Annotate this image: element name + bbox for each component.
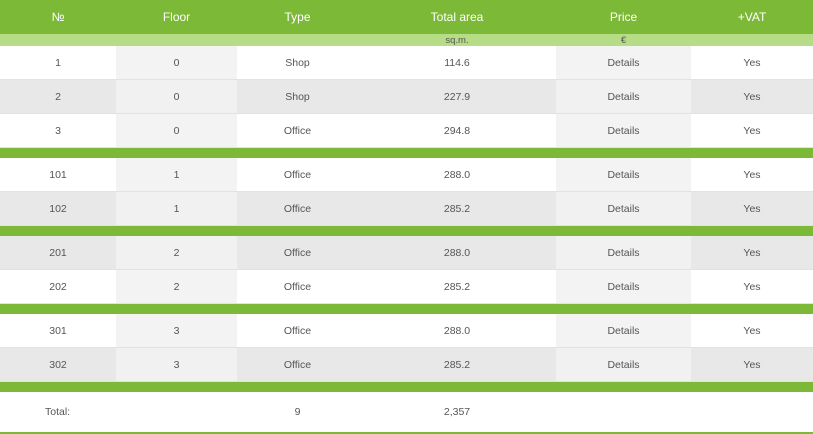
cell-type: Shop <box>237 79 358 114</box>
cell-area: 294.8 <box>358 113 556 148</box>
total-count: 9 <box>237 392 358 434</box>
area-unit: sq.m. <box>358 34 556 46</box>
table-body: 1 0 Shop 114.6 Details Yes 2 0 Shop 227.9 Details Y… <box>0 46 813 392</box>
cell-type: Office <box>237 158 358 192</box>
table-row[interactable]: 1 0 Shop 114.6 Details Yes <box>0 46 813 80</box>
cell-area: 114.6 <box>358 46 556 80</box>
table-row[interactable]: 102 1 Office 285.2 Details Yes <box>0 191 813 226</box>
table-row[interactable]: 2 0 Shop 227.9 Details Yes <box>0 79 813 114</box>
price-details-link[interactable]: Details <box>556 46 691 80</box>
total-empty <box>116 392 237 434</box>
group-separator <box>0 303 813 314</box>
cell-floor: 1 <box>116 158 237 192</box>
cell-area: 288.0 <box>358 314 556 348</box>
header-floor[interactable]: Floor <box>116 0 237 34</box>
cell-number: 202 <box>0 269 116 304</box>
cell-floor: 2 <box>116 236 237 270</box>
table-row[interactable]: 101 1 Office 288.0 Details Yes <box>0 158 813 192</box>
cell-floor: 2 <box>116 269 237 304</box>
header-total-area[interactable]: Total area <box>358 0 556 34</box>
table-row[interactable]: 302 3 Office 285.2 Details Yes <box>0 347 813 382</box>
cell-number: 301 <box>0 314 116 348</box>
total-label: Total: <box>0 392 116 434</box>
group-separator <box>0 381 813 392</box>
cell-number: 2 <box>0 79 116 114</box>
cell-floor: 0 <box>116 79 237 114</box>
cell-floor: 3 <box>116 314 237 348</box>
cell-area: 227.9 <box>358 79 556 114</box>
group-separator <box>0 225 813 236</box>
cell-type: Office <box>237 191 358 226</box>
cell-floor: 3 <box>116 347 237 382</box>
cell-type: Office <box>237 347 358 382</box>
cell-vat: Yes <box>691 113 813 148</box>
cell-type: Shop <box>237 46 358 80</box>
cell-vat: Yes <box>691 46 813 80</box>
table-row[interactable]: 3 0 Office 294.8 Details Yes <box>0 113 813 148</box>
cell-number: 102 <box>0 191 116 226</box>
header-number[interactable]: № <box>0 0 116 34</box>
table-row[interactable]: 301 3 Office 288.0 Details Yes <box>0 314 813 348</box>
cell-number: 101 <box>0 158 116 192</box>
price-details-link[interactable]: Details <box>556 269 691 304</box>
cell-type: Office <box>237 269 358 304</box>
table-row[interactable]: 201 2 Office 288.0 Details Yes <box>0 236 813 270</box>
cell-vat: Yes <box>691 347 813 382</box>
header-type[interactable]: Type <box>237 0 358 34</box>
cell-number: 302 <box>0 347 116 382</box>
cell-area: 288.0 <box>358 158 556 192</box>
cell-number: 1 <box>0 46 116 80</box>
cell-vat: Yes <box>691 79 813 114</box>
group-separator-bar <box>0 303 813 314</box>
cell-number: 201 <box>0 236 116 270</box>
cell-type: Office <box>237 113 358 148</box>
group-separator-bar <box>0 225 813 236</box>
cell-floor: 1 <box>116 191 237 226</box>
price-currency: € <box>556 34 691 46</box>
units-row: sq.m. € <box>0 34 813 46</box>
total-area: 2,357 <box>358 392 556 434</box>
header-vat[interactable]: +VAT <box>691 0 813 34</box>
cell-floor: 0 <box>116 113 237 148</box>
price-details-link[interactable]: Details <box>556 191 691 226</box>
cell-type: Office <box>237 314 358 348</box>
cell-number: 3 <box>0 113 116 148</box>
group-separator <box>0 147 813 158</box>
table-header-row: № Floor Type Total area Price +VAT <box>0 0 813 34</box>
price-details-link[interactable]: Details <box>556 113 691 148</box>
cell-area: 285.2 <box>358 269 556 304</box>
cell-area: 288.0 <box>358 236 556 270</box>
cell-type: Office <box>237 236 358 270</box>
cell-vat: Yes <box>691 158 813 192</box>
units-cell <box>0 34 116 46</box>
cell-area: 285.2 <box>358 347 556 382</box>
cell-vat: Yes <box>691 314 813 348</box>
cell-vat: Yes <box>691 236 813 270</box>
cell-vat: Yes <box>691 191 813 226</box>
cell-area: 285.2 <box>358 191 556 226</box>
price-details-link[interactable]: Details <box>556 314 691 348</box>
total-empty <box>691 392 813 434</box>
units-cell <box>691 34 813 46</box>
price-details-link[interactable]: Details <box>556 236 691 270</box>
table-row[interactable]: 202 2 Office 285.2 Details Yes <box>0 269 813 304</box>
units-cell <box>237 34 358 46</box>
group-separator-bar <box>0 147 813 158</box>
units-table: № Floor Type Total area Price +VAT sq.m.… <box>0 0 813 434</box>
total-row: Total: 9 2,357 <box>0 392 813 434</box>
price-details-link[interactable]: Details <box>556 347 691 382</box>
price-details-link[interactable]: Details <box>556 79 691 114</box>
price-details-link[interactable]: Details <box>556 158 691 192</box>
group-separator-bar <box>0 381 813 392</box>
units-cell <box>116 34 237 46</box>
cell-floor: 0 <box>116 46 237 80</box>
cell-vat: Yes <box>691 269 813 304</box>
header-price[interactable]: Price <box>556 0 691 34</box>
total-empty <box>556 392 691 434</box>
